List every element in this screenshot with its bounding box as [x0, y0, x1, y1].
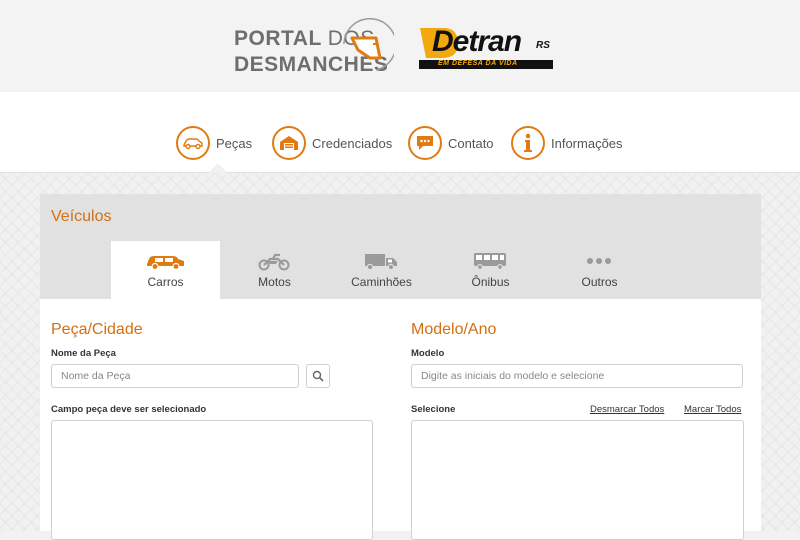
nav-item-credenciados[interactable]: Credenciados [272, 126, 392, 160]
detran-word: Detran [432, 25, 522, 58]
model-list-label: Selecione [411, 404, 456, 415]
truck-icon [365, 254, 397, 271]
nav-item-pecas[interactable]: Peças [176, 126, 252, 160]
info-icon [511, 126, 545, 160]
tab-caminhoes[interactable]: Caminhões [327, 241, 436, 299]
nav-active-pointer-fill [210, 165, 226, 173]
bus-icon [474, 253, 506, 271]
part-search-button[interactable] [306, 364, 330, 388]
vehicles-panel: Veículos Carros Motos Caminhões Ônibus O… [40, 194, 761, 540]
part-name-label: Nome da Peça [51, 348, 116, 359]
dots-icon [587, 258, 611, 264]
part-section-title: Peça/Cidade [51, 321, 143, 338]
vehicles-title: Veículos [51, 208, 112, 225]
garage-icon [272, 126, 306, 160]
nav-label: Credenciados [312, 135, 393, 151]
car-parts-icon [176, 126, 210, 160]
nav-item-informacoes[interactable]: Informações [511, 126, 623, 160]
header: PORTAL DOS DESMANCHES Detran RS EM DEFES… [0, 0, 800, 92]
detran-suffix: RS [536, 40, 550, 51]
detran-tagline: EM DEFESA DA VIDA [438, 60, 518, 67]
nav-item-contato[interactable]: Contato [408, 126, 494, 160]
model-input[interactable] [411, 364, 743, 388]
tab-label: Ônibus [471, 275, 510, 289]
vehicles-header: Veículos Carros Motos Caminhões Ônibus O… [40, 194, 761, 299]
tab-onibus[interactable]: Ônibus [436, 241, 545, 299]
motorcycle-icon [258, 253, 290, 271]
car-door-icon [343, 17, 394, 71]
nav-label: Informações [551, 135, 623, 151]
tab-label: Outros [581, 275, 618, 289]
select-all-link[interactable]: Marcar Todos [684, 404, 741, 415]
tab-outros[interactable]: Outros [545, 241, 654, 299]
tab-carros[interactable]: Carros [111, 241, 220, 299]
car-icon [147, 256, 184, 271]
part-list-label: Campo peça deve ser selecionado [51, 404, 207, 415]
search-icon [312, 370, 324, 382]
nav-label: Contato [448, 135, 494, 151]
part-list-box[interactable] [51, 420, 373, 540]
model-section-title: Modelo/Ano [411, 321, 497, 338]
main-nav: Peças Credenciados Contato Informações [0, 92, 800, 173]
tab-label: Caminhões [351, 275, 412, 289]
tab-label: Carros [147, 275, 184, 289]
tab-label: Motos [258, 275, 291, 289]
model-label: Modelo [411, 348, 445, 359]
detran-rs-logo[interactable]: Detran RS EM DEFESA DA VIDA [418, 25, 558, 75]
model-list-box[interactable] [411, 420, 744, 540]
nav-label: Peças [216, 135, 253, 151]
chat-icon [408, 126, 442, 160]
deselect-all-link[interactable]: Desmarcar Todos [590, 404, 664, 415]
part-name-input[interactable] [51, 364, 299, 388]
tab-motos[interactable]: Motos [220, 241, 329, 299]
